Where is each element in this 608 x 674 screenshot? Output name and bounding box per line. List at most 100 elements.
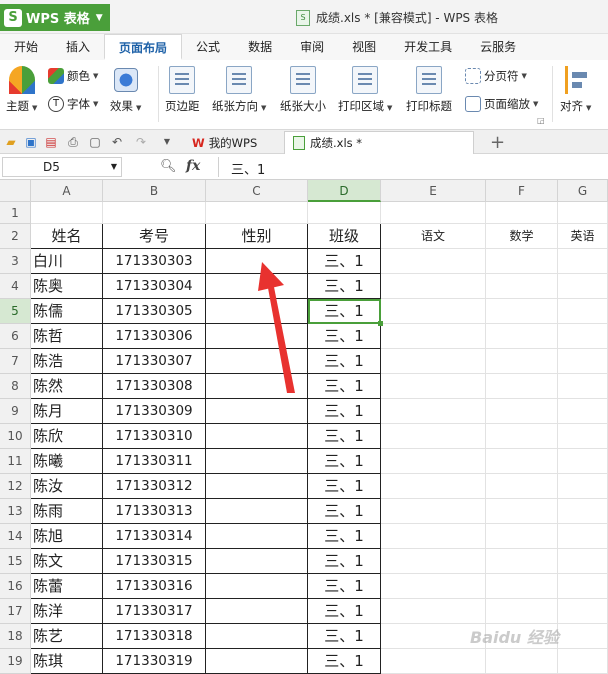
cell-gender[interactable] [206, 474, 308, 499]
tab-8[interactable]: 云服务 [466, 34, 530, 60]
cell-class[interactable]: 三、1 [308, 524, 381, 549]
spreadsheet-grid[interactable]: ABCDEFG1234567891011121314151617181920姓名… [0, 180, 608, 674]
cell-name[interactable]: 陈奥 [31, 274, 103, 299]
cell-class[interactable]: 三、1 [308, 474, 381, 499]
cell[interactable] [381, 524, 486, 549]
cell[interactable] [486, 324, 558, 349]
cell-gender[interactable] [206, 274, 308, 299]
cell[interactable] [308, 202, 381, 224]
cell[interactable] [558, 249, 608, 274]
cell-gender[interactable] [206, 649, 308, 674]
cell[interactable] [558, 574, 608, 599]
open-folder-icon[interactable]: ▰ [4, 135, 18, 149]
cell[interactable] [558, 274, 608, 299]
cell-name[interactable]: 白川 [31, 249, 103, 274]
row-header[interactable]: 1 [0, 202, 31, 224]
cell[interactable] [486, 349, 558, 374]
cell[interactable] [558, 524, 608, 549]
cell-id[interactable]: 171330305 [103, 299, 206, 324]
tab-2[interactable]: 页面布局 [104, 34, 183, 60]
cell-class[interactable]: 三、1 [308, 274, 381, 299]
row-header[interactable]: 16 [0, 574, 31, 599]
cell-name[interactable]: 陈艺 [31, 624, 103, 649]
cell-id[interactable]: 171330313 [103, 499, 206, 524]
cell[interactable] [558, 449, 608, 474]
row-header[interactable]: 5 [0, 299, 31, 324]
cell-name[interactable]: 陈汝 [31, 474, 103, 499]
header-cell[interactable]: 姓名 [31, 224, 103, 249]
cell-name[interactable]: 陈琪 [31, 649, 103, 674]
header-cell[interactable]: 考号 [103, 224, 206, 249]
cell-class[interactable]: 三、1 [308, 549, 381, 574]
cell-name[interactable]: 陈洋 [31, 599, 103, 624]
row-header[interactable]: 13 [0, 499, 31, 524]
cell[interactable] [486, 549, 558, 574]
export-pdf-icon[interactable]: ▤ [44, 135, 58, 149]
header-cell[interactable]: 班级 [308, 224, 381, 249]
cell-id[interactable]: 171330308 [103, 374, 206, 399]
cell-class[interactable]: 三、1 [308, 324, 381, 349]
cell-name[interactable]: 陈欣 [31, 424, 103, 449]
cell[interactable] [486, 524, 558, 549]
tab-6[interactable]: 视图 [338, 34, 390, 60]
cell[interactable] [558, 474, 608, 499]
cell-class[interactable]: 三、1 [308, 649, 381, 674]
print-icon[interactable]: ⎙ [66, 135, 80, 149]
cell-gender[interactable] [206, 499, 308, 524]
margins-button[interactable]: 页边距 [165, 66, 200, 114]
formula-input[interactable]: 三、1 [231, 159, 265, 178]
cell[interactable] [381, 449, 486, 474]
cell-class[interactable]: 三、1 [308, 499, 381, 524]
cell-id[interactable]: 171330316 [103, 574, 206, 599]
column-header-f[interactable]: F [486, 180, 558, 202]
cell-gender[interactable] [206, 399, 308, 424]
cell-id[interactable]: 171330309 [103, 399, 206, 424]
row-header[interactable]: 12 [0, 474, 31, 499]
print-preview-icon[interactable]: ▢ [88, 135, 102, 149]
header-cell[interactable]: 语文 [381, 224, 486, 249]
name-box[interactable]: D5 ▼ [2, 157, 122, 177]
cell[interactable] [558, 649, 608, 674]
tab-document[interactable]: 成绩.xls * [284, 131, 474, 154]
cell-id[interactable]: 171330303 [103, 249, 206, 274]
cell-class[interactable]: 三、1 [308, 399, 381, 424]
row-header[interactable]: 18 [0, 624, 31, 649]
cell-class[interactable]: 三、1 [308, 449, 381, 474]
row-header[interactable]: 15 [0, 549, 31, 574]
cell-gender[interactable] [206, 349, 308, 374]
cell[interactable] [31, 202, 103, 224]
row-header[interactable]: 6 [0, 324, 31, 349]
tab-4[interactable]: 数据 [234, 34, 286, 60]
save-icon[interactable]: ▣ [24, 135, 38, 149]
cell-name[interactable]: 陈儒 [31, 299, 103, 324]
undo-icon[interactable]: ↶ [110, 135, 124, 149]
cell-class[interactable]: 三、1 [308, 349, 381, 374]
cell-class[interactable]: 三、1 [308, 424, 381, 449]
column-header-d[interactable]: D [308, 180, 381, 202]
cell[interactable] [381, 424, 486, 449]
cell[interactable] [558, 324, 608, 349]
cell-name[interactable]: 陈浩 [31, 349, 103, 374]
customize-dropdown-icon[interactable]: ▼ [160, 135, 174, 149]
font-button[interactable]: T 字体 ▼ [48, 96, 98, 112]
cell-id[interactable]: 171330312 [103, 474, 206, 499]
cell-id[interactable]: 171330314 [103, 524, 206, 549]
cell[interactable] [381, 499, 486, 524]
cell-gender[interactable] [206, 449, 308, 474]
search-icon[interactable]: 🔍︎ [160, 159, 177, 174]
row-header[interactable]: 7 [0, 349, 31, 374]
fx-icon[interactable]: fx [186, 158, 200, 174]
cell-gender[interactable] [206, 599, 308, 624]
orientation-button[interactable]: 纸张方向 ▼ [212, 66, 266, 114]
row-header[interactable]: 10 [0, 424, 31, 449]
cell-class[interactable]: 三、1 [308, 599, 381, 624]
select-all-corner[interactable] [0, 180, 31, 202]
row-header[interactable]: 4 [0, 274, 31, 299]
align-button[interactable]: 对齐 ▼ [560, 66, 591, 114]
cell[interactable] [486, 299, 558, 324]
cell[interactable] [486, 574, 558, 599]
column-header-b[interactable]: B [103, 180, 206, 202]
new-tab-plus-icon[interactable]: + [490, 132, 505, 153]
column-header-c[interactable]: C [206, 180, 308, 202]
cell[interactable] [558, 499, 608, 524]
